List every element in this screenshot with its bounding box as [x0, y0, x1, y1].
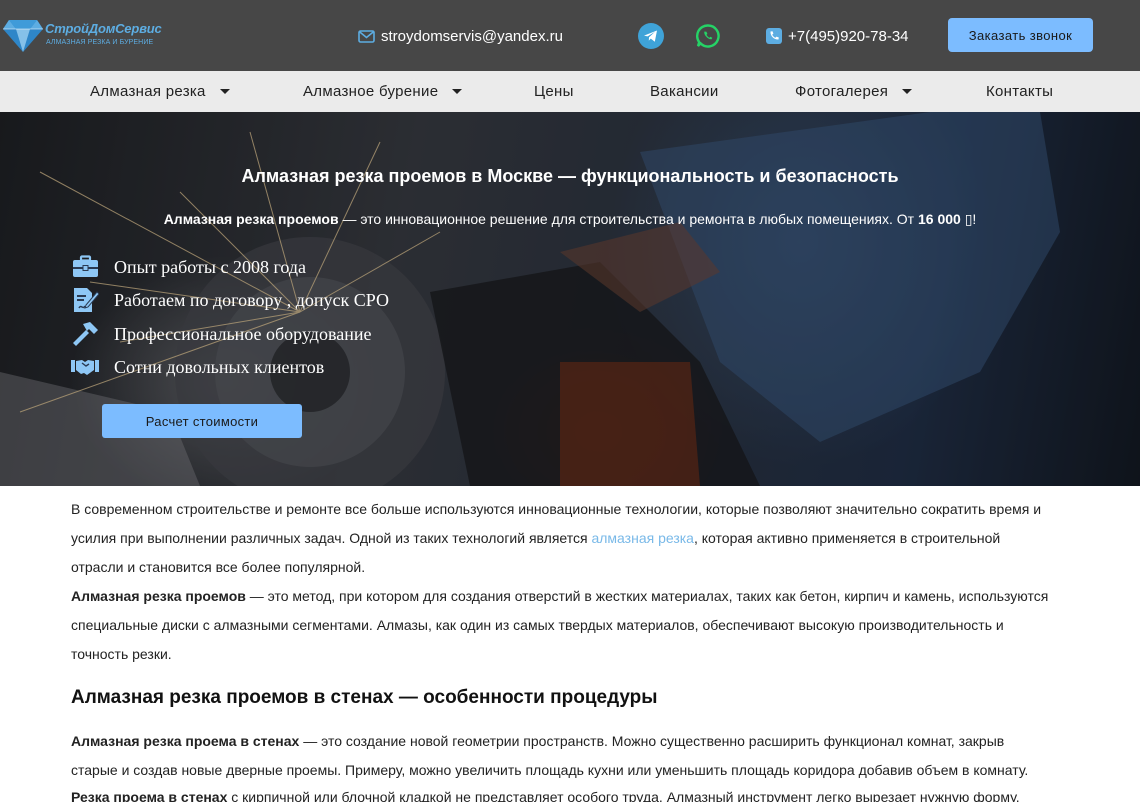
- nav-item-contacts[interactable]: Контакты: [986, 71, 1053, 112]
- feature-text: Работаем по договору , допуск СРО: [114, 289, 390, 310]
- request-call-button[interactable]: Заказать звонок: [948, 18, 1093, 52]
- hero-price: 16 000: [917, 211, 961, 227]
- feature-clients: Сотни довольных клиентов: [71, 354, 324, 380]
- article-text-line: точность резки.: [71, 646, 172, 662]
- logo-title: СтройДомСервис: [45, 21, 162, 36]
- phone-text: +7(495)920-78-34: [788, 27, 909, 45]
- telegram-icon[interactable]: [638, 23, 664, 49]
- handshake-icon: [71, 354, 99, 380]
- hero-subtitle-end: !: [972, 211, 977, 227]
- feature-text: Опыт работы с 2008 года: [114, 256, 307, 277]
- phone-link[interactable]: +7(495)920-78-34: [766, 25, 909, 47]
- nav-item-label: Фотогалерея: [795, 83, 889, 100]
- nav-item-label: Алмазное бурение: [303, 83, 439, 100]
- article-text: , которая активно применяется в строител…: [693, 530, 1001, 546]
- feature-text: Сотни довольных клиентов: [114, 356, 325, 377]
- caret-down-icon: [902, 89, 913, 94]
- article-text-line: Алмазная резка проема в стенах — это соз…: [71, 733, 1004, 749]
- diamond-cutting-link[interactable]: алмазная резка: [591, 530, 694, 546]
- cost-calculation-button[interactable]: Расчет стоимости: [102, 404, 302, 438]
- phone-icon: [766, 28, 782, 44]
- nav-item-vacancies[interactable]: Вакансии: [650, 71, 719, 112]
- nav-item-label: Алмазная резка: [90, 83, 206, 100]
- article-bold-term: Алмазная резка проемов: [71, 588, 246, 604]
- caret-down-icon: [452, 89, 463, 94]
- whatsapp-glyph: [696, 24, 720, 48]
- nav-item-label: Цены: [534, 83, 574, 100]
- article-bold-term: Резка проема в стенах: [71, 789, 228, 802]
- hero-subtitle: Алмазная резка проемов — это инновационн…: [0, 211, 1140, 228]
- article-bold-term: Алмазная резка проема в стенах: [71, 733, 300, 749]
- feature-experience: Опыт работы с 2008 года: [71, 254, 306, 280]
- nav-item-label: Контакты: [986, 83, 1054, 100]
- article-text-line: отрасли и становится все более популярно…: [71, 559, 366, 575]
- nav-item-diamond-cutting[interactable]: Алмазная резка: [90, 71, 230, 112]
- nav-item-gallery[interactable]: Фотогалерея: [795, 71, 913, 112]
- nav-item-label: Вакансии: [650, 83, 719, 100]
- whatsapp-icon[interactable]: [695, 23, 721, 49]
- nav-item-diamond-drilling[interactable]: Алмазное бурение: [303, 71, 463, 112]
- hammer-icon: [71, 321, 99, 347]
- telegram-glyph: [644, 30, 657, 42]
- contract-icon: [71, 287, 99, 313]
- article-text: — это создание новой геометрии пространс…: [299, 733, 1005, 749]
- article-text-line: специальные диски с алмазными сегментами…: [71, 617, 1004, 633]
- article-text-line: Резка проема в стенах с кирпичной или бл…: [71, 789, 1020, 802]
- feature-contract: Работаем по договору , допуск СРО: [71, 287, 389, 313]
- hero-title: Алмазная резка проемов в Москве — функци…: [241, 166, 899, 186]
- nav-item-prices[interactable]: Цены: [534, 71, 574, 112]
- site-logo[interactable]: СтройДомСервис АЛМАЗНАЯ РЕЗКА И БУРЕНИЕ: [3, 16, 162, 54]
- caret-down-icon: [219, 89, 230, 94]
- hero-subtitle-text: — это инновационное решение для строител…: [338, 211, 918, 227]
- article-text: — это метод, при котором для создания от…: [245, 588, 1049, 604]
- article-text-line: усилия при выполнении различных задач. О…: [71, 530, 1000, 546]
- envelope-icon: [358, 29, 375, 43]
- article-text-line: Алмазная резка проемов — это метод, при …: [71, 588, 1048, 604]
- email-text: stroydomservis@yandex.ru: [381, 27, 563, 45]
- email-link[interactable]: stroydomservis@yandex.ru: [358, 25, 563, 47]
- briefcase-icon: [71, 254, 99, 280]
- feature-text: Профессиональное оборудование: [114, 323, 372, 344]
- main-nav: Алмазная резка Алмазное бурение Цены Вак…: [0, 71, 1140, 112]
- diamond-logo-icon: [3, 20, 43, 52]
- hero-banner: Алмазная резка проемов в Москве — функци…: [0, 112, 1140, 486]
- article-text: усилия при выполнении различных задач. О…: [71, 530, 592, 546]
- feature-equipment: Профессиональное оборудование: [71, 321, 371, 347]
- article-text-line: В современном строительстве и ремонте вс…: [71, 501, 1042, 517]
- article-text: с кирпичной или блочной кладкой не предс…: [227, 789, 1020, 802]
- top-header: СтройДомСервис АЛМАЗНАЯ РЕЗКА И БУРЕНИЕ …: [0, 0, 1140, 71]
- section-heading: Алмазная резка проемов в стенах — особен…: [71, 687, 658, 708]
- hero-subtitle-bold: Алмазная резка проемов: [163, 211, 339, 227]
- article-text-line: старые и создав новые дверные проемы. Пр…: [71, 762, 1029, 778]
- logo-subtitle: АЛМАЗНАЯ РЕЗКА И БУРЕНИЕ: [46, 39, 154, 46]
